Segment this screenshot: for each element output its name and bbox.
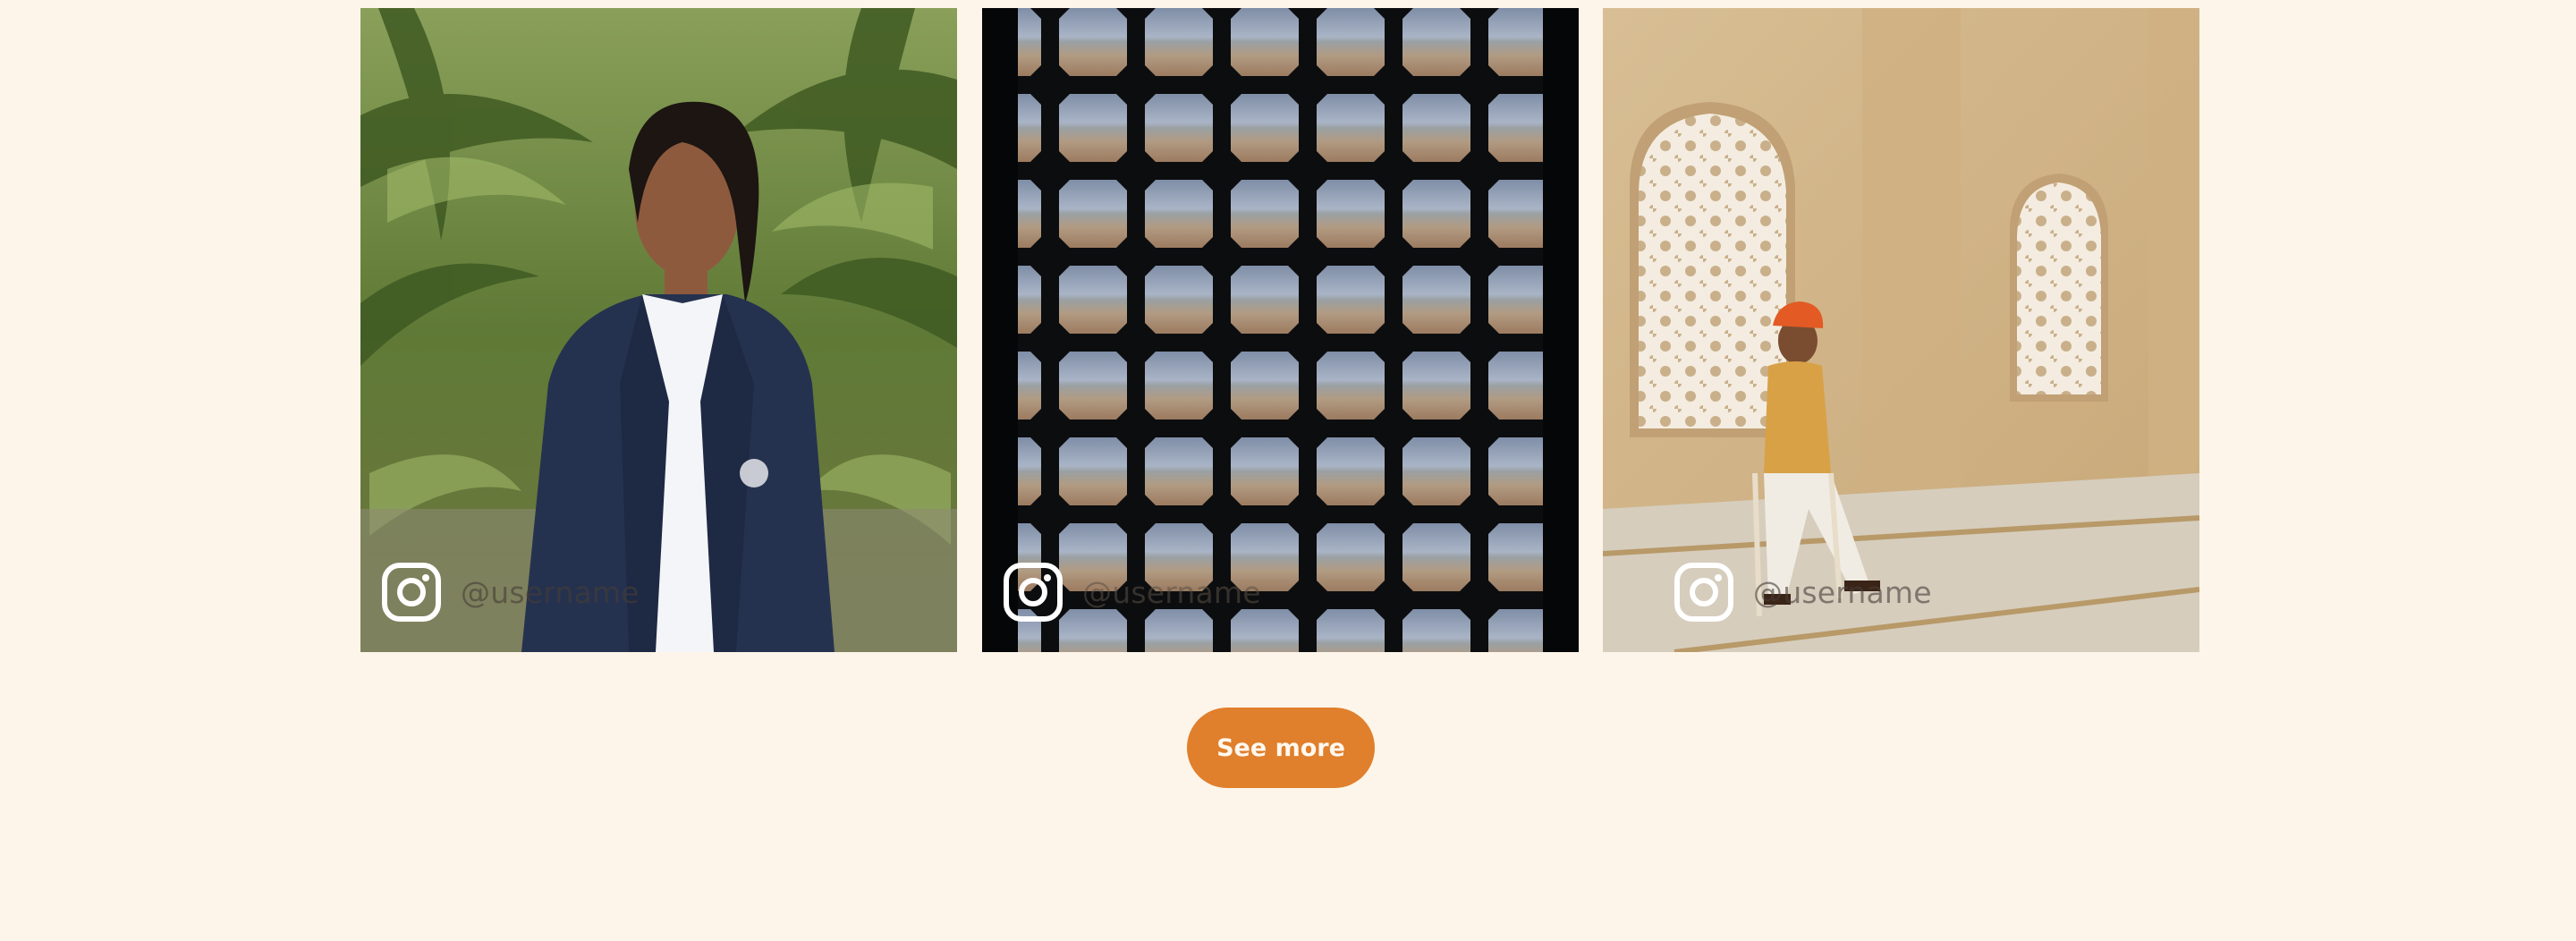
instagram-badge[interactable]: @username xyxy=(1002,561,1261,623)
photo-man-jali-windows xyxy=(1603,8,2199,652)
gallery-card[interactable]: @username xyxy=(1603,8,2199,652)
gallery-card[interactable]: @username xyxy=(360,8,957,652)
instagram-handle: @username xyxy=(1082,574,1261,610)
photo-woman-blazer xyxy=(360,8,957,652)
instagram-handle: @username xyxy=(1753,574,1932,610)
instagram-gallery: @username @username @username xyxy=(360,8,2199,652)
instagram-icon xyxy=(382,563,441,622)
instagram-icon xyxy=(1674,563,1733,622)
instagram-handle: @username xyxy=(461,574,640,610)
instagram-badge[interactable]: @username xyxy=(380,561,640,623)
gallery-card[interactable]: @username xyxy=(982,8,1579,652)
photo-lattice-window xyxy=(982,8,1579,652)
see-more-button[interactable]: See more xyxy=(1187,708,1375,788)
instagram-badge[interactable]: @username xyxy=(1673,561,1932,623)
instagram-icon xyxy=(1004,563,1063,622)
